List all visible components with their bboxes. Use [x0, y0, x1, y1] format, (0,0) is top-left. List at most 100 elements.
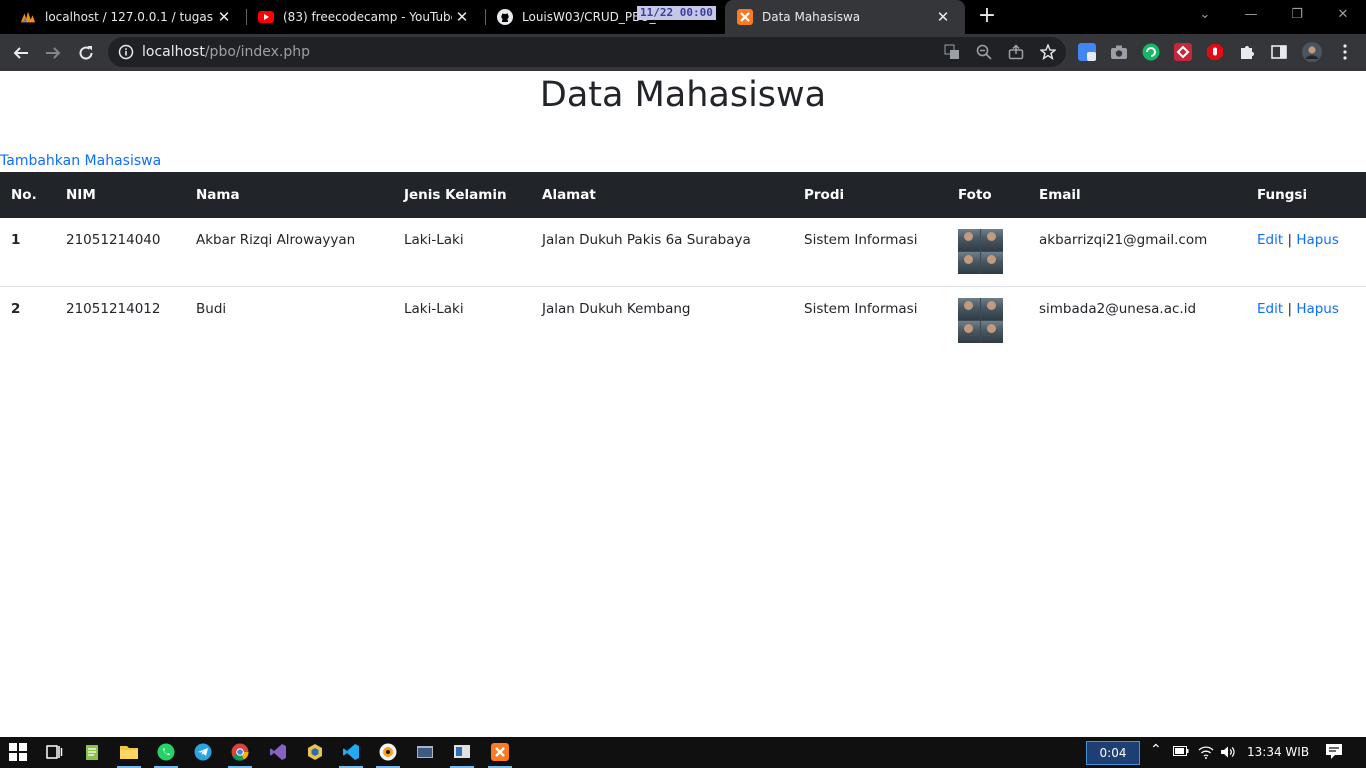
camera-ext-icon[interactable]	[1110, 43, 1128, 61]
phpmyadmin-icon	[20, 9, 36, 25]
restore-button[interactable]: ❐	[1274, 0, 1320, 30]
tab-title: Data Mahasiswa	[762, 10, 861, 24]
clock-time: 13:34	[1247, 745, 1282, 759]
share-icon[interactable]	[1008, 44, 1024, 60]
delete-link[interactable]: Hapus	[1296, 232, 1339, 248]
green-ext-icon[interactable]	[1142, 43, 1160, 61]
cell-alamat: Jalan Dukuh Pakis 6a Surabaya	[542, 232, 751, 248]
media-app-icon[interactable]	[378, 742, 398, 762]
student-photo	[958, 297, 1003, 343]
browser-toolbar: localhost/pbo/index.php	[0, 34, 1366, 71]
cell-fungsi: Edit | Hapus	[1246, 286, 1366, 354]
cell-no: 1	[11, 232, 21, 248]
minimize-button[interactable]: —	[1228, 0, 1274, 30]
zoom-icon[interactable]	[976, 44, 992, 60]
forward-button[interactable]	[40, 40, 66, 66]
bookmark-star-icon[interactable]	[1040, 44, 1056, 60]
tab-strip: localhost / 127.0.0.1 / tugaspbo / ✕ (83…	[0, 0, 1366, 34]
window-app-icon[interactable]	[415, 742, 435, 762]
table-row: 2 21051214012 Budi Laki-Laki Jalan Dukuh…	[0, 286, 1366, 354]
telegram-icon[interactable]	[193, 742, 213, 762]
info-icon[interactable]	[118, 44, 134, 60]
new-tab-button[interactable]: +	[976, 5, 998, 27]
battery-icon[interactable]	[1173, 745, 1189, 760]
cell-foto	[947, 286, 1028, 354]
whatsapp-icon[interactable]	[156, 742, 176, 762]
column-header-fungsi: Fungsi	[1257, 187, 1308, 203]
url-path: /pbo/index.php	[204, 44, 311, 60]
add-student-link[interactable]: Tambahkan Mahasiswa	[0, 153, 161, 169]
column-header-no: No.	[11, 187, 37, 203]
close-icon[interactable]: ✕	[214, 8, 234, 26]
cell-fungsi: Edit | Hapus	[1246, 218, 1366, 286]
table-row: 1 21051214040 Akbar Rizqi Alrowayyan Lak…	[0, 218, 1366, 286]
tab-data-mahasiswa[interactable]: Data Mahasiswa ✕	[725, 0, 965, 34]
xampp-taskbar-icon[interactable]	[490, 742, 510, 762]
cell-jenis-kelamin: Laki-Laki	[404, 232, 464, 248]
action-separator: |	[1287, 232, 1293, 248]
screen-app-icon[interactable]	[452, 742, 472, 762]
clock-timezone: WIB	[1285, 745, 1310, 759]
url-host: localhost	[142, 44, 205, 60]
student-table: No. NIM Nama Jenis Kelamin Alamat Prodi …	[0, 172, 1366, 354]
hex-app-icon[interactable]	[305, 742, 325, 762]
chrome-icon[interactable]	[230, 742, 250, 762]
column-header-alamat: Alamat	[542, 187, 596, 203]
close-icon[interactable]: ✕	[452, 8, 472, 26]
adblock-ext-icon[interactable]	[1206, 43, 1224, 61]
youtube-icon	[258, 9, 274, 25]
tab-search-icon[interactable]: ⌄	[1182, 0, 1228, 30]
edit-link[interactable]: Edit	[1257, 232, 1283, 248]
column-header-nim: NIM	[66, 187, 96, 203]
table-header-row: No. NIM Nama Jenis Kelamin Alamat Prodi …	[0, 172, 1366, 218]
side-panel-icon[interactable]	[1270, 43, 1288, 61]
wifi-icon[interactable]	[1198, 745, 1214, 762]
edit-link[interactable]: Edit	[1257, 301, 1283, 317]
cell-nama: Akbar Rizqi Alrowayyan	[196, 232, 356, 248]
notepad-icon[interactable]	[82, 742, 102, 762]
delete-link[interactable]: Hapus	[1296, 301, 1339, 317]
page-content: Data Mahasiswa Tambahkan Mahasiswa No. N…	[0, 71, 1366, 737]
tab-title: (83) freecodecamp - YouTube	[283, 10, 452, 24]
tab-youtube[interactable]: (83) freecodecamp - YouTube ✕	[238, 0, 484, 34]
column-header-email: Email	[1039, 187, 1081, 203]
profile-avatar-icon[interactable]	[1302, 42, 1322, 62]
student-photo	[958, 229, 1003, 274]
taskbar: 0:04 ⌃ 13:34 WIB	[0, 737, 1366, 768]
file-explorer-icon[interactable]	[119, 742, 139, 762]
clock[interactable]: 13:34 WIB	[1247, 745, 1309, 759]
visual-studio-icon[interactable]	[268, 742, 288, 762]
column-header-foto: Foto	[958, 187, 992, 203]
notifications-icon[interactable]	[1325, 743, 1343, 763]
cell-nim: 21051214040	[66, 232, 161, 248]
tray-chevron-icon[interactable]: ⌃	[1150, 742, 1162, 758]
back-button[interactable]	[8, 40, 34, 66]
red-ext-icon[interactable]	[1174, 43, 1192, 61]
cell-prodi: Sistem Informasi	[804, 300, 918, 317]
xampp-icon	[737, 9, 753, 25]
close-window-button[interactable]: ✕	[1320, 0, 1366, 30]
address-bar[interactable]: localhost/pbo/index.php	[108, 37, 1066, 67]
volume-icon[interactable]	[1220, 745, 1236, 762]
extensions-puzzle-icon[interactable]	[1238, 43, 1256, 61]
tab-phpmyadmin[interactable]: localhost / 127.0.0.1 / tugaspbo / ✕	[0, 0, 246, 34]
cell-no: 2	[11, 300, 21, 317]
column-header-prodi: Prodi	[804, 187, 845, 203]
timer-badge: 11/22 00:00	[637, 6, 716, 20]
back-arrow-icon	[13, 47, 28, 59]
close-icon[interactable]: ✕	[933, 8, 953, 26]
cell-alamat: Jalan Dukuh Kembang	[542, 300, 691, 317]
vscode-icon[interactable]	[341, 742, 361, 762]
url-text: localhost/pbo/index.php	[142, 44, 310, 60]
reload-button[interactable]	[73, 40, 99, 66]
recording-timer[interactable]: 0:04	[1086, 741, 1140, 765]
google-translate-ext-icon[interactable]	[1078, 43, 1096, 61]
chrome-menu-icon[interactable]	[1336, 43, 1354, 61]
cell-jenis-kelamin: Laki-Laki	[404, 300, 464, 317]
windows-start-icon[interactable]	[8, 742, 28, 762]
cell-email: akbarrizqi21@gmail.com	[1039, 232, 1208, 248]
github-icon	[497, 9, 513, 25]
task-view-icon[interactable]	[44, 742, 64, 762]
cell-email: simbada2@unesa.ac.id	[1039, 300, 1197, 317]
translate-icon[interactable]	[944, 44, 960, 60]
